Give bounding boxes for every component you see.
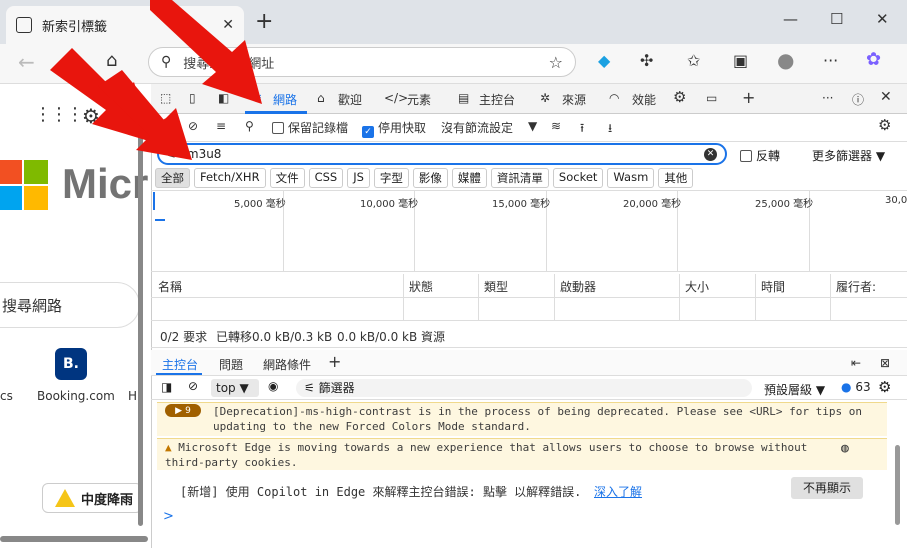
arrow-to-network-tab [150, 0, 262, 104]
annotation-arrows [50, 0, 262, 160]
